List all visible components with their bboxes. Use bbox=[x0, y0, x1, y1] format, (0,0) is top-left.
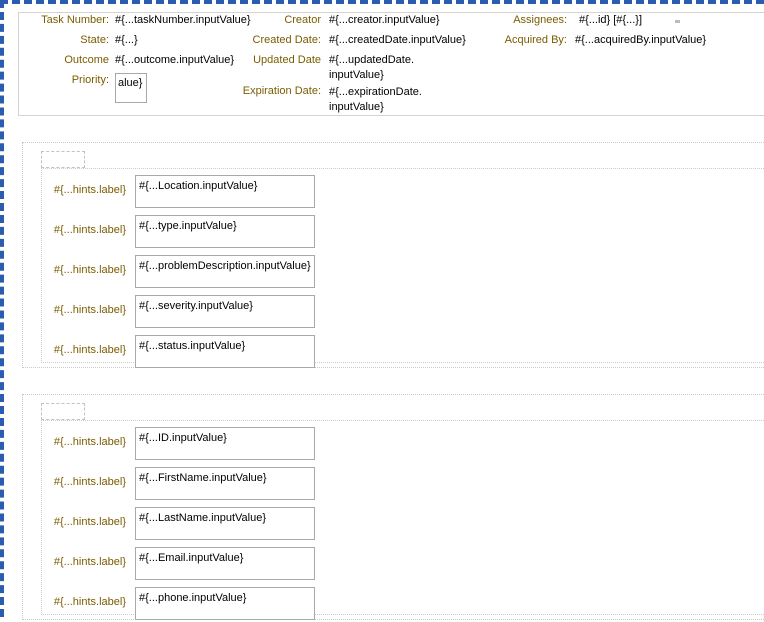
field-row: #{...hints.label} #{...ID.inputValue} bbox=[42, 427, 764, 462]
field-row: #{...hints.label} #{...FirstName.inputVa… bbox=[42, 467, 764, 502]
last-name-input[interactable]: #{...LastName.inputValue} bbox=[135, 507, 315, 540]
type-input[interactable]: #{...type.inputValue} bbox=[135, 215, 315, 248]
field-row: #{...hints.label} #{...Location.inputVal… bbox=[42, 175, 764, 210]
phone-label: #{...hints.label} bbox=[53, 596, 126, 608]
location-input[interactable]: #{...Location.inputValue} bbox=[135, 175, 315, 208]
field-row: #{...hints.label} #{...type.inputValue} bbox=[42, 215, 764, 250]
updated-date-label: Updated Date bbox=[253, 54, 321, 66]
problem-details-fields: #{...hints.label} #{...Location.inputVal… bbox=[41, 168, 764, 368]
contact-details-section: #{...hints.label} #{...ID.inputValue} #{… bbox=[22, 394, 764, 620]
created-date-value: #{...createdDate.inputValue} bbox=[329, 34, 466, 46]
field-row: #{...hints.label} #{...LastName.inputVal… bbox=[42, 507, 764, 542]
email-input[interactable]: #{...Email.inputValue} bbox=[135, 547, 315, 580]
acquired-by-value: #{...acquiredBy.inputValue} bbox=[575, 34, 707, 46]
task-header-panel: Task Number: #{...taskNumber.inputValue}… bbox=[18, 12, 764, 116]
assignees-trailing-marker-icon bbox=[675, 20, 680, 23]
task-number-value: #{...taskNumber.inputValue} bbox=[115, 14, 251, 26]
problem-details-section: #{...hints.label} #{...Location.inputVal… bbox=[22, 142, 764, 368]
id-input[interactable]: #{...ID.inputValue} bbox=[135, 427, 315, 460]
email-label: #{...hints.label} bbox=[53, 556, 126, 568]
assignees-label: Assignees: bbox=[513, 14, 567, 26]
location-label: #{...hints.label} bbox=[53, 184, 126, 196]
expiration-date-row: Expiration Date: #{...expirationDate. in… bbox=[233, 85, 483, 113]
creator-label: Creator bbox=[284, 14, 321, 26]
problem-description-input[interactable]: #{...problemDescription.inputValue} bbox=[135, 255, 315, 288]
outcome-label: Outcome bbox=[64, 54, 109, 66]
acquired-by-label: Acquired By: bbox=[504, 34, 567, 46]
last-name-label: #{...hints.label} bbox=[53, 516, 126, 528]
state-value: #{...} bbox=[115, 34, 138, 46]
severity-label: #{...hints.label} bbox=[53, 304, 126, 316]
first-name-input[interactable]: #{...FirstName.inputValue} bbox=[135, 467, 315, 500]
updated-date-row: Updated Date #{...updatedDate. inputValu… bbox=[233, 53, 483, 81]
severity-input[interactable]: #{...severity.inputValue} bbox=[135, 295, 315, 328]
field-row: #{...hints.label} #{...status.inputValue… bbox=[42, 335, 764, 370]
phone-input[interactable]: #{...phone.inputValue} bbox=[135, 587, 315, 620]
contact-details-fields: #{...hints.label} #{...ID.inputValue} #{… bbox=[41, 420, 764, 620]
task-number-row: Task Number: #{...taskNumber.inputValue} bbox=[19, 13, 259, 30]
updated-date-value: #{...updatedDate. inputValue} bbox=[329, 54, 415, 81]
contact-details-section-handle[interactable] bbox=[41, 403, 85, 420]
assignees-value: #{...id} [#{...}] bbox=[579, 14, 642, 26]
outcome-value: #{...outcome.inputValue} bbox=[115, 54, 235, 66]
problem-details-section-handle[interactable] bbox=[41, 151, 85, 168]
expiration-date-value: #{...expirationDate. inputValue} bbox=[329, 86, 422, 113]
field-row: #{...hints.label} #{...severity.inputVal… bbox=[42, 295, 764, 330]
first-name-label: #{...hints.label} bbox=[53, 476, 126, 488]
status-input[interactable]: #{...status.inputValue} bbox=[135, 335, 315, 368]
assignees-row: Assignees: #{...id} [#{...}] bbox=[489, 13, 764, 30]
priority-input[interactable]: alue} bbox=[115, 73, 147, 103]
design-surface[interactable]: Task Number: #{...taskNumber.inputValue}… bbox=[0, 0, 764, 620]
field-row: #{...hints.label} #{...Email.inputValue} bbox=[42, 547, 764, 582]
outcome-row: Outcome #{...outcome.inputValue} bbox=[19, 53, 259, 70]
creator-value: #{...creator.inputValue} bbox=[329, 14, 440, 26]
problem-description-label: #{...hints.label} bbox=[53, 264, 126, 276]
design-surface-canvas: Task Number: #{...taskNumber.inputValue}… bbox=[8, 8, 764, 620]
id-label: #{...hints.label} bbox=[53, 436, 126, 448]
creator-row: Creator #{...creator.inputValue} bbox=[233, 13, 483, 30]
task-number-label: Task Number: bbox=[41, 14, 109, 26]
priority-row: Priority: alue} bbox=[19, 73, 259, 107]
expiration-date-label: Expiration Date: bbox=[242, 85, 321, 97]
type-label: #{...hints.label} bbox=[53, 224, 126, 236]
created-date-label: Created Date: bbox=[252, 34, 321, 46]
field-row: #{...hints.label} #{...problemDescriptio… bbox=[42, 255, 764, 290]
acquired-by-row: Acquired By: #{...acquiredBy.inputValue} bbox=[489, 33, 764, 50]
created-date-row: Created Date: #{...createdDate.inputValu… bbox=[233, 33, 483, 50]
status-label: #{...hints.label} bbox=[53, 344, 126, 356]
state-row: State: #{...} bbox=[19, 33, 259, 50]
state-label: State: bbox=[80, 34, 109, 46]
priority-label: Priority: bbox=[71, 74, 109, 86]
